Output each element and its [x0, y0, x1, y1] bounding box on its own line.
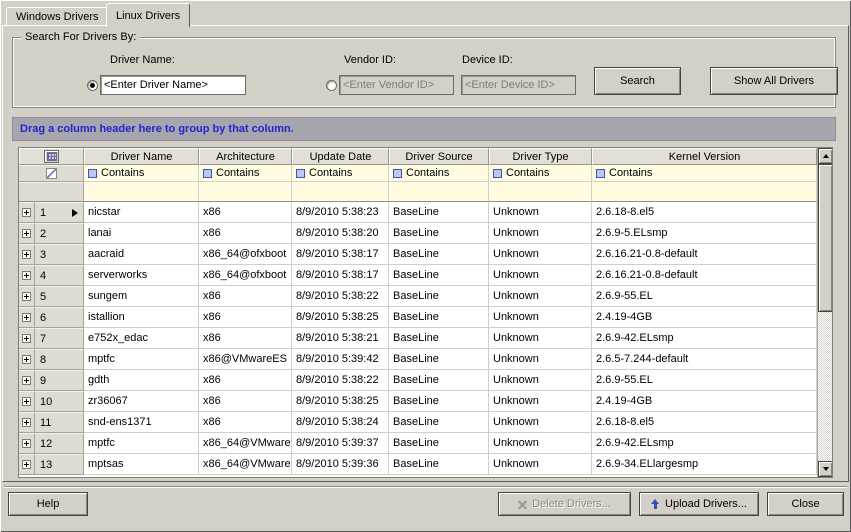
tab-linux-drivers-label: Linux Drivers — [116, 10, 180, 22]
footer-separator — [4, 486, 847, 487]
tab-windows-drivers-label: Windows Drivers — [16, 11, 99, 23]
delete-x-icon — [518, 500, 527, 509]
close-button-label: Close — [791, 498, 819, 510]
delete-drivers-button: Delete Drivers... — [498, 492, 631, 516]
close-button[interactable]: Close — [767, 492, 844, 516]
help-button[interactable]: Help — [8, 492, 88, 516]
tab-windows-drivers[interactable]: Windows Drivers — [6, 7, 109, 25]
tab-page-panel — [2, 25, 849, 482]
upload-arrow-icon — [651, 499, 660, 510]
help-button-label: Help — [37, 498, 60, 510]
driver-manager-dialog: { "tabs": { "windows": "Windows Drivers"… — [0, 0, 851, 532]
tab-linux-drivers[interactable]: Linux Drivers — [106, 3, 190, 27]
delete-drivers-label: Delete Drivers... — [532, 498, 611, 510]
upload-drivers-button[interactable]: Upload Drivers... — [639, 492, 759, 516]
upload-drivers-label: Upload Drivers... — [665, 498, 747, 510]
